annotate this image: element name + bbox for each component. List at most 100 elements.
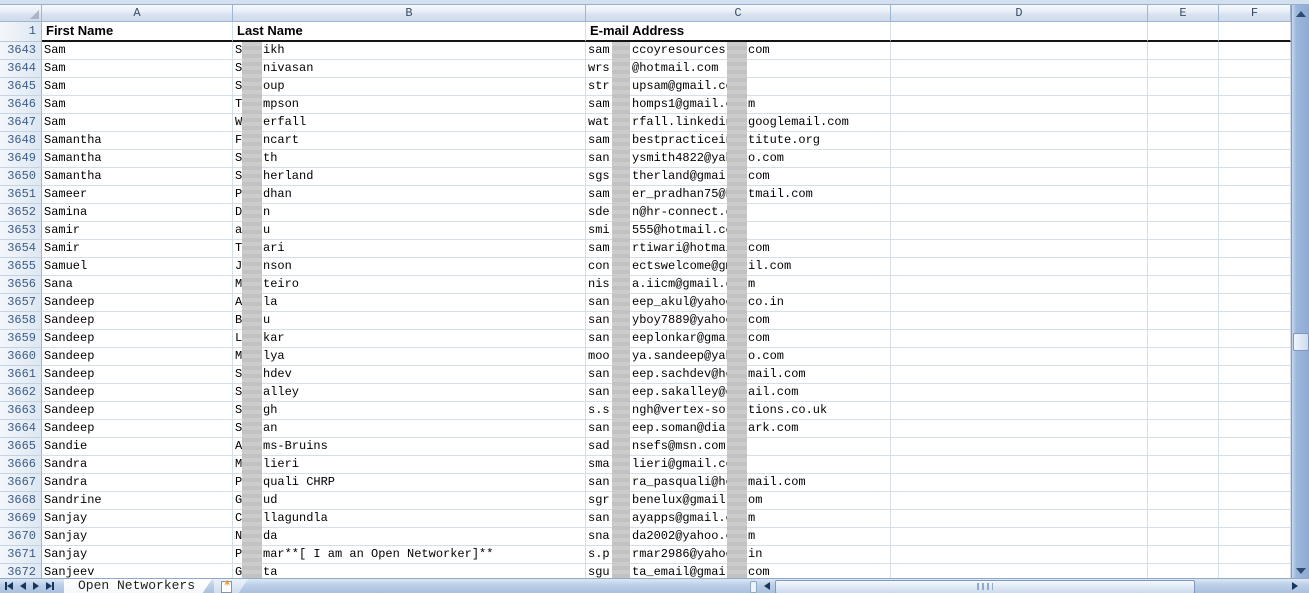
cell-first-name[interactable]: Sandeep: [42, 312, 233, 330]
cell-first-name[interactable]: Sam: [42, 114, 233, 132]
cell-last-name[interactable]: Soup: [233, 78, 586, 96]
cell-empty[interactable]: [1148, 510, 1219, 528]
cell-empty[interactable]: [1219, 348, 1291, 366]
scroll-down-icon[interactable]: [1296, 568, 1306, 574]
cell-first-name[interactable]: Sandeep: [42, 402, 233, 420]
cell-empty[interactable]: [1219, 366, 1291, 384]
scroll-right-icon[interactable]: [1292, 582, 1298, 590]
cell-first-name[interactable]: Sanjeev: [42, 564, 233, 578]
cell-first-name[interactable]: Samantha: [42, 168, 233, 186]
cell-first-name[interactable]: Sandie: [42, 438, 233, 456]
column-header-b[interactable]: B: [233, 5, 586, 22]
cell-last-name[interactable]: Tari: [233, 240, 586, 258]
cell-last-name[interactable]: Fncart: [233, 132, 586, 150]
insert-worksheet-button[interactable]: *: [214, 579, 248, 593]
cell-empty[interactable]: [891, 546, 1148, 564]
cell-last-name[interactable]: Jnson: [233, 258, 586, 276]
cell-email[interactable]: saneep.sachdev@homail.com: [586, 366, 891, 384]
cell-empty[interactable]: [1219, 22, 1291, 42]
cell-last-name[interactable]: Mlya: [233, 348, 586, 366]
cell-email[interactable]: samccoyresourcescom: [586, 42, 891, 60]
cell-empty[interactable]: [1148, 402, 1219, 420]
cell-first-name[interactable]: Samantha: [42, 132, 233, 150]
cell-empty[interactable]: [1148, 22, 1219, 42]
cell-empty[interactable]: [891, 402, 1148, 420]
cell-empty[interactable]: [891, 528, 1148, 546]
row-header[interactable]: 3667: [0, 474, 42, 492]
cell-first-name[interactable]: Sandeep: [42, 420, 233, 438]
scroll-left-icon[interactable]: [764, 582, 770, 590]
row-header[interactable]: 3659: [0, 330, 42, 348]
cell-empty[interactable]: [1148, 312, 1219, 330]
row-header[interactable]: 3657: [0, 294, 42, 312]
cell-empty[interactable]: [1219, 474, 1291, 492]
cell-empty[interactable]: [891, 438, 1148, 456]
cell-first-name[interactable]: Sandra: [42, 456, 233, 474]
cell-first-name[interactable]: Sanjay: [42, 546, 233, 564]
cell-first-name[interactable]: Sandra: [42, 474, 233, 492]
row-header[interactable]: 3645: [0, 78, 42, 96]
row-header[interactable]: 3665: [0, 438, 42, 456]
cell-empty[interactable]: [1219, 258, 1291, 276]
cell-empty[interactable]: [1219, 420, 1291, 438]
column-header-c[interactable]: C: [586, 5, 891, 22]
cell-empty[interactable]: [1219, 60, 1291, 78]
scroll-up-icon[interactable]: [1296, 11, 1306, 17]
cell-empty[interactable]: [1219, 204, 1291, 222]
cell-empty[interactable]: [891, 222, 1148, 240]
cell-empty[interactable]: [891, 456, 1148, 474]
cell-email[interactable]: sadnsefs@msn.com: [586, 438, 891, 456]
column-header-a[interactable]: A: [42, 5, 233, 22]
cell-empty[interactable]: [1219, 402, 1291, 420]
cell-email[interactable]: saneep.sakalley@gail.com: [586, 384, 891, 402]
cell-email[interactable]: wrs@hotmail.com: [586, 60, 891, 78]
cell-empty[interactable]: [1148, 330, 1219, 348]
cell-last-name[interactable]: Pmar**[ I am an Open Networker]**: [233, 546, 586, 564]
cell-empty[interactable]: [1219, 186, 1291, 204]
cell-email[interactable]: smi555@hotmail.co: [586, 222, 891, 240]
cell-first-name[interactable]: Sam: [42, 60, 233, 78]
cell-empty[interactable]: [1219, 168, 1291, 186]
row-header[interactable]: 3668: [0, 492, 42, 510]
cell-empty[interactable]: [891, 22, 1148, 42]
cell-first-name[interactable]: Sandeep: [42, 330, 233, 348]
cell-empty[interactable]: [891, 150, 1148, 168]
cell-email[interactable]: nisa.iicm@gmail.cm: [586, 276, 891, 294]
cell-email[interactable]: strupsam@gmail.co: [586, 78, 891, 96]
cell-empty[interactable]: [1219, 114, 1291, 132]
row-header[interactable]: 3650: [0, 168, 42, 186]
cell-empty[interactable]: [1219, 564, 1291, 578]
cell-last-name[interactable]: Cllagundla: [233, 510, 586, 528]
cell-email[interactable]: sanysmith4822@yaho.com: [586, 150, 891, 168]
next-sheet-button[interactable]: [33, 582, 39, 590]
cell-empty[interactable]: [1219, 222, 1291, 240]
cell-empty[interactable]: [1219, 96, 1291, 114]
last-sheet-button[interactable]: [46, 582, 54, 590]
cell-first-name[interactable]: Sandeep: [42, 366, 233, 384]
tab-scrollbar-splitter[interactable]: [750, 581, 757, 593]
cell-empty[interactable]: [1148, 456, 1219, 474]
cell-first-name[interactable]: Sandrine: [42, 492, 233, 510]
cell-email[interactable]: snada2002@yahoo.cm: [586, 528, 891, 546]
cell-empty[interactable]: [1148, 474, 1219, 492]
cell-empty[interactable]: [1148, 60, 1219, 78]
cell-email[interactable]: smalieri@gmail.co: [586, 456, 891, 474]
cell-empty[interactable]: [891, 78, 1148, 96]
cell-empty[interactable]: [1148, 168, 1219, 186]
cell-empty[interactable]: [1219, 330, 1291, 348]
row-header[interactable]: 3653: [0, 222, 42, 240]
row-header[interactable]: 3660: [0, 348, 42, 366]
cell-first-name[interactable]: Samir: [42, 240, 233, 258]
row-header[interactable]: 3656: [0, 276, 42, 294]
row-header[interactable]: 3647: [0, 114, 42, 132]
cell-last-name[interactable]: Pquali CHRP: [233, 474, 586, 492]
cell-empty[interactable]: [891, 168, 1148, 186]
cell-last-name[interactable]: Sth: [233, 150, 586, 168]
cell-empty[interactable]: [1219, 240, 1291, 258]
row-header[interactable]: 3664: [0, 420, 42, 438]
cell-empty[interactable]: [891, 114, 1148, 132]
cell-empty[interactable]: [1148, 348, 1219, 366]
cell-first-name[interactable]: samir: [42, 222, 233, 240]
row-header[interactable]: 3662: [0, 384, 42, 402]
cell-first-name[interactable]: Sam: [42, 42, 233, 60]
